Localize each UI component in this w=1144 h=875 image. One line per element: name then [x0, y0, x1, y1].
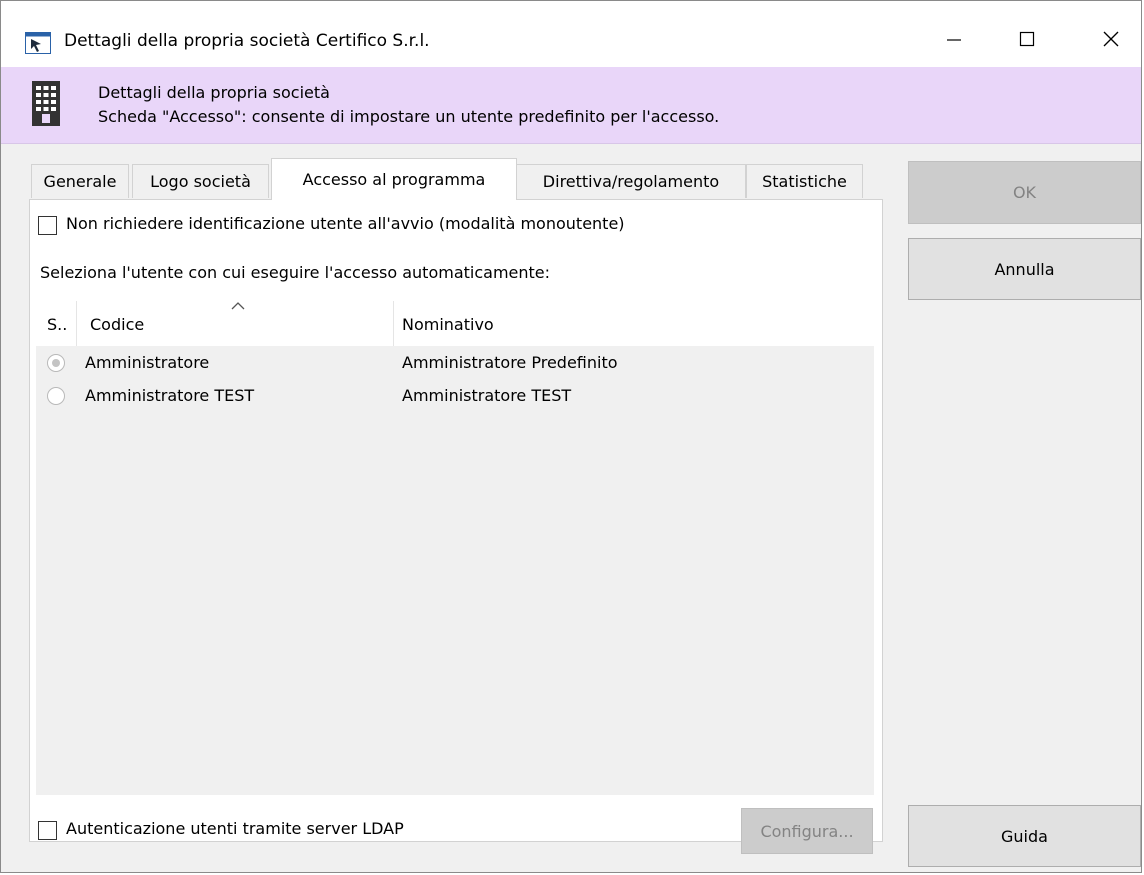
- window-title: Dettagli della propria società Certifico…: [64, 31, 430, 51]
- column-divider[interactable]: [76, 301, 77, 346]
- title-bar: Dettagli della propria società Certifico…: [1, 1, 1141, 67]
- ldap-label: Autenticazione utenti tramite server LDA…: [66, 819, 404, 838]
- maximize-icon: [1019, 31, 1035, 47]
- tab-accesso-al-programma[interactable]: Accesso al programma: [271, 158, 517, 200]
- list-item[interactable]: Amministratore TEST Amministratore TEST: [36, 381, 874, 411]
- user-radio[interactable]: [47, 354, 65, 372]
- maximize-button[interactable]: [1004, 19, 1050, 59]
- user-name: Amministratore TEST: [402, 386, 572, 405]
- tab-generale[interactable]: Generale: [31, 164, 129, 198]
- close-button[interactable]: [1088, 19, 1134, 59]
- single-user-label: Non richiedere identificazione utente al…: [66, 214, 625, 233]
- user-list[interactable]: S.. Codice Nominativo Amministratore Amm…: [36, 301, 874, 795]
- single-user-checkbox[interactable]: [38, 216, 57, 235]
- tab-statistiche[interactable]: Statistiche: [746, 164, 863, 198]
- minimize-icon: [947, 39, 961, 41]
- close-icon: [1103, 31, 1119, 47]
- user-code: Amministratore: [85, 353, 210, 372]
- dialog-window: Dettagli della propria società Certifico…: [0, 0, 1142, 873]
- configure-button[interactable]: Configura...: [741, 808, 873, 854]
- column-header-s[interactable]: S..: [47, 315, 67, 334]
- ldap-checkbox[interactable]: [38, 821, 57, 840]
- banner-description: Scheda "Accesso": consente di impostare …: [98, 107, 720, 126]
- select-user-label: Seleziona l'utente con cui eseguire l'ac…: [40, 263, 551, 282]
- user-code: Amministratore TEST: [85, 386, 255, 405]
- help-button[interactable]: Guida: [908, 805, 1141, 867]
- tab-logo-societa[interactable]: Logo società: [132, 164, 269, 198]
- sort-ascending-icon: [231, 302, 245, 310]
- cancel-button[interactable]: Annulla: [908, 238, 1141, 300]
- info-banner: Dettagli della propria società Scheda "A…: [1, 67, 1141, 144]
- column-header-nominativo[interactable]: Nominativo: [402, 315, 494, 334]
- column-divider[interactable]: [393, 301, 394, 346]
- column-header-codice[interactable]: Codice: [90, 315, 144, 334]
- user-name: Amministratore Predefinito: [402, 353, 618, 372]
- app-icon: [25, 32, 51, 54]
- tab-direttiva-regolamento[interactable]: Direttiva/regolamento: [516, 164, 746, 198]
- ok-button[interactable]: OK: [908, 161, 1141, 224]
- minimize-button[interactable]: [931, 19, 977, 59]
- building-icon: [32, 81, 60, 126]
- list-header: S.. Codice Nominativo: [36, 301, 874, 346]
- user-radio[interactable]: [47, 387, 65, 405]
- list-item[interactable]: Amministratore Amministratore Predefinit…: [36, 348, 874, 378]
- banner-heading: Dettagli della propria società: [98, 83, 330, 102]
